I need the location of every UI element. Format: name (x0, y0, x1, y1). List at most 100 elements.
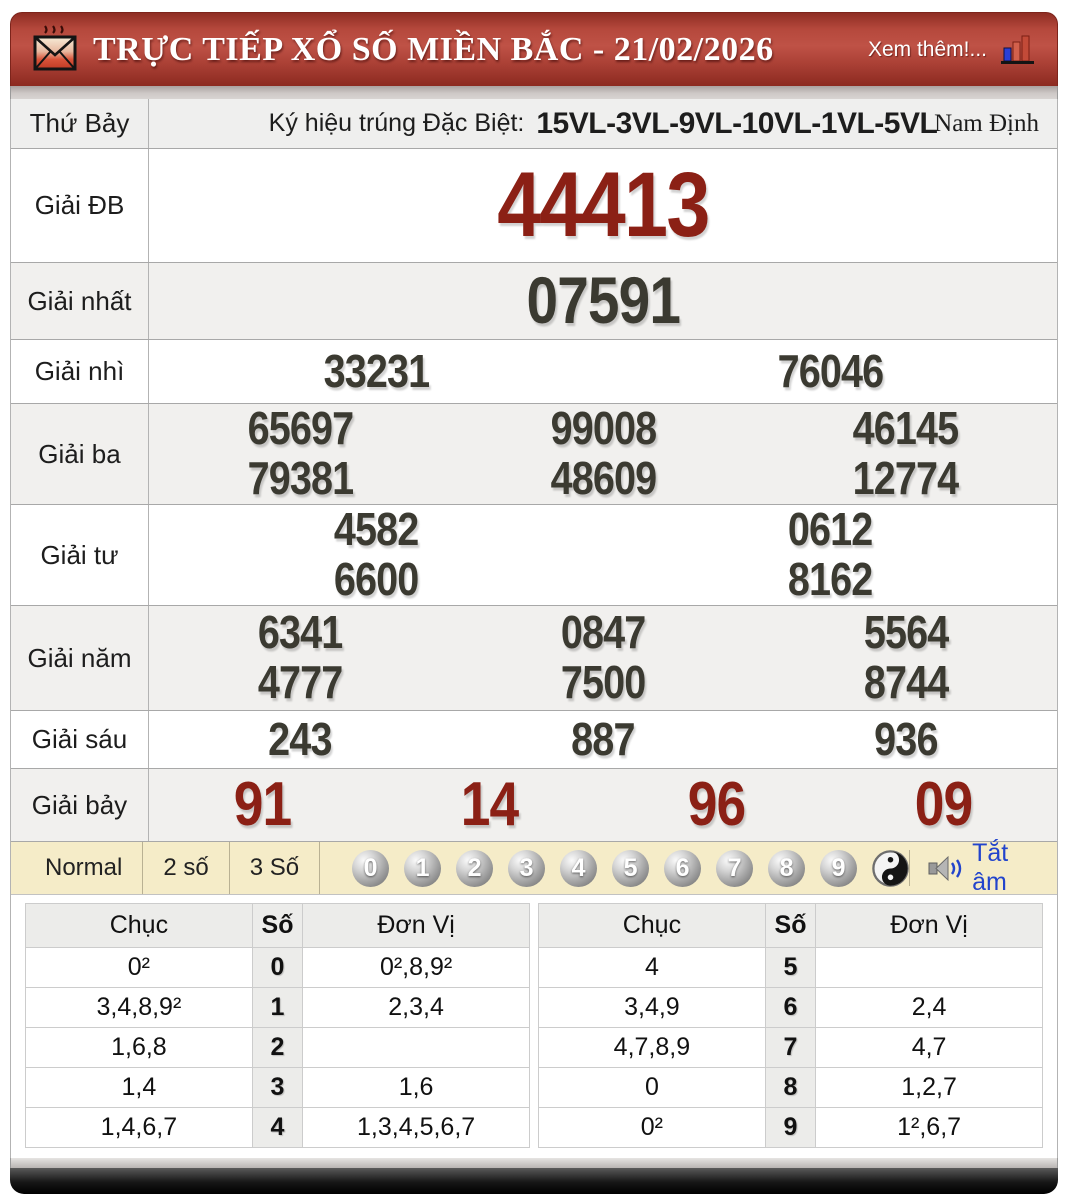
summary-row: 0² 0 0²,8,9² (25, 947, 530, 988)
page-title: TRỰC TIẾP XỔ SỐ MIỀN BẮC - 21/02/2026 (93, 30, 774, 68)
special-prize-number: 44413 (497, 153, 710, 256)
prize-label-first: Giải nhất (11, 263, 149, 339)
summary-cell: 1,3,4,5,6,7 (302, 1107, 530, 1148)
summary-cell: 1²,6,7 (815, 1107, 1043, 1148)
speaker-icon (928, 853, 964, 883)
summary-cell: 4 (538, 947, 766, 988)
ball-5[interactable]: 5 (612, 849, 650, 887)
prize-number: 0612 (787, 503, 873, 556)
summary-row: 3,4,9 6 2,4 (538, 987, 1043, 1028)
symbol-label: Ký hiệu trúng Đặc Biệt: (268, 109, 525, 137)
prize-number: 8744 (863, 656, 948, 708)
prize-number: 8162 (787, 553, 873, 605)
summary-row: 1,4 3 1,6 (25, 1067, 530, 1108)
prize-number: 09 (914, 769, 973, 839)
col-header-units: Đơn Vị (302, 903, 530, 948)
summary-cell: 1,6 (302, 1067, 530, 1108)
col-header-digit: Số (764, 903, 817, 948)
ball-4[interactable]: 4 (560, 849, 598, 887)
prize-number: 12774 (852, 452, 960, 504)
summary-cell: 1,2,7 (815, 1067, 1043, 1108)
summary-right-table: Chục Số Đơn Vị 4 5 3,4,9 6 2,4 4,7,8,9 7 (538, 903, 1043, 1148)
prize-number: 4582 (333, 503, 419, 556)
prize-row-fifth: Giải năm 6341 0847 5564 4777 7500 8744 (11, 606, 1057, 711)
summary-digit: 0 (251, 947, 304, 988)
summary-cell: 3,4,8,9² (25, 987, 253, 1028)
yin-yang-icon[interactable] (872, 849, 909, 887)
prize-number: 76046 (777, 344, 884, 397)
summary-cell: 3,4,9 (538, 987, 766, 1028)
prize-number: 48609 (550, 452, 657, 504)
prize-number: 0847 (560, 606, 646, 659)
summary-row: 1,4,6,7 4 1,3,4,5,6,7 (25, 1107, 530, 1148)
header-bar: TRỰC TIẾP XỔ SỐ MIỀN BẮC - 21/02/2026 Xe… (10, 12, 1058, 86)
summary-row: 4 5 (538, 947, 1043, 988)
ball-7[interactable]: 7 (716, 849, 754, 887)
mode-3-digits[interactable]: 3 Số (230, 842, 321, 894)
header-bevel (10, 86, 1058, 99)
prize-label-second: Giải nhì (11, 340, 149, 403)
prize-label-fourth: Giải tư (11, 505, 149, 605)
col-header-tens: Chục (25, 903, 253, 948)
summary-cell: 0 (538, 1067, 766, 1108)
prize-number: 65697 (247, 402, 354, 455)
summary-digit: 5 (764, 947, 817, 988)
prize-row-special: Giải ĐB 44413 (11, 149, 1057, 263)
prize-number: 7500 (560, 656, 646, 708)
summary-digit: 3 (251, 1067, 304, 1108)
prize-number: 79381 (247, 452, 354, 504)
summary-cell: 0² (538, 1107, 766, 1148)
prize-number: 6341 (258, 606, 343, 659)
prize-number: 5564 (863, 606, 948, 659)
hot-envelope-icon (31, 21, 79, 78)
footer-bar (10, 1168, 1058, 1194)
prize-row-fourth: Giải tư 4582 0612 6600 8162 (11, 505, 1057, 606)
see-more-link[interactable]: Xem thêm!... (868, 38, 987, 62)
ball-1[interactable]: 1 (404, 849, 442, 887)
bar-chart-icon[interactable] (1001, 35, 1037, 72)
prize-number: 99008 (550, 402, 657, 455)
special-symbol-row: Ký hiệu trúng Đặc Biệt: 15VL-3VL-9VL-10V… (149, 99, 1057, 148)
prize-row-seventh: Giải bảy 91 14 96 09 (11, 769, 1057, 842)
prize-label-special: Giải ĐB (11, 149, 149, 262)
summary-cell (302, 1027, 530, 1068)
ball-0[interactable]: 0 (352, 849, 390, 887)
summary-cell: 1,4 (25, 1067, 253, 1108)
col-header-digit: Số (251, 903, 304, 948)
summary-digit: 9 (764, 1107, 817, 1148)
number-balls: 0 1 2 3 4 5 6 7 8 9 (352, 849, 909, 887)
mode-normal[interactable]: Normal (25, 842, 144, 894)
prize-row-third: Giải ba 65697 99008 46145 79381 48609 12… (11, 404, 1057, 505)
summary-cell: 2,3,4 (302, 987, 530, 1028)
summary-digit: 7 (764, 1027, 817, 1068)
prize-row-first: Giải nhất 07591 (11, 263, 1057, 340)
ball-6[interactable]: 6 (664, 849, 702, 887)
summary-digit: 1 (251, 987, 304, 1028)
prize-number: 07591 (526, 263, 680, 338)
prize-number: 936 (873, 712, 938, 765)
ball-3[interactable]: 3 (508, 849, 546, 887)
province-label: Nam Định (934, 109, 1039, 137)
prize-label-third: Giải ba (11, 404, 149, 504)
info-row: Thứ Bảy Ký hiệu trúng Đặc Biệt: 15VL-3VL… (11, 99, 1057, 149)
ball-2[interactable]: 2 (456, 849, 494, 887)
prize-number: 243 (268, 712, 333, 765)
summary-digit: 6 (764, 987, 817, 1028)
weekday-label: Thứ Bảy (11, 99, 149, 148)
ball-9[interactable]: 9 (820, 849, 858, 887)
mute-button[interactable]: Tắt âm (909, 839, 1043, 896)
control-bar: Normal 2 số 3 Số 0 1 2 3 4 5 6 7 8 9 Tắt… (11, 839, 1057, 896)
prize-row-second: Giải nhì 33231 76046 (11, 340, 1057, 404)
summary-digit: 2 (251, 1027, 304, 1068)
col-header-tens: Chục (538, 903, 766, 948)
summary-cell: 4,7 (815, 1027, 1043, 1068)
prize-number: 6600 (333, 553, 419, 605)
summary-cell: 4,7,8,9 (538, 1027, 766, 1068)
results-table: Thứ Bảy Ký hiệu trúng Đặc Biệt: 15VL-3VL… (10, 99, 1058, 1158)
ball-8[interactable]: 8 (768, 849, 806, 887)
mode-2-digits[interactable]: 2 số (143, 842, 230, 894)
summary-row: 0² 9 1²,6,7 (538, 1107, 1043, 1148)
prize-number: 4777 (258, 656, 343, 708)
summary-row: 0 8 1,2,7 (538, 1067, 1043, 1108)
mute-label: Tắt âm (972, 839, 1009, 896)
